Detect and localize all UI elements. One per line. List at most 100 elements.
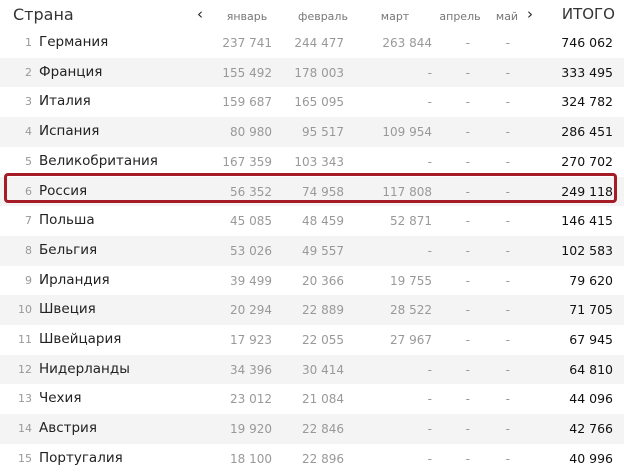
row-rank: 10 — [18, 303, 32, 317]
chevron-right-icon[interactable]: › — [527, 6, 533, 22]
row-total: 44 096 — [569, 391, 613, 407]
month-value: 18 100 — [230, 451, 272, 466]
month-value: 165 095 — [294, 95, 344, 110]
month-value: 49 557 — [302, 243, 344, 258]
month-value: 80 980 — [230, 125, 272, 140]
row-total: 333 495 — [561, 64, 613, 80]
month-value: 178 003 — [294, 65, 344, 80]
table-row[interactable]: 13 Чехия 23 012 21 084- - -44 096 — [0, 384, 624, 414]
month-value: - — [505, 95, 510, 110]
row-rank: 1 — [25, 36, 32, 49]
row-rank: 5 — [25, 154, 32, 168]
month-value: - — [505, 273, 510, 288]
row-rank: 12 — [18, 362, 32, 376]
row-rank: 9 — [25, 273, 32, 287]
month-value: - — [505, 422, 510, 437]
table-row[interactable]: 8 Бельгия 53 026 49 557- - -102 583 — [0, 235, 624, 266]
row-rank: 4 — [25, 125, 32, 139]
table-row[interactable]: 10 Швеция 20 294 22 889 28 522- -71 705 — [0, 295, 624, 325]
table-row[interactable]: 1 Германия 237 741 244 477 263 844- -746 062 — [0, 28, 624, 58]
month-value: 30 414 — [302, 362, 344, 377]
month-value: 22 896 — [302, 451, 344, 466]
table-row[interactable]: 2 Франция 155 492 178 003- - -333 495 — [0, 57, 624, 88]
row-rank: 3 — [25, 95, 32, 109]
country-name: Чехия — [39, 390, 82, 407]
month-value: 20 294 — [230, 303, 272, 318]
row-total: 67 945 — [569, 332, 613, 347]
table-row[interactable]: 3 Италия 159 687 165 095- - -324 782 — [0, 87, 624, 117]
month-value: - — [505, 154, 510, 169]
row-rank: 14 — [18, 422, 32, 436]
month-value: 39 499 — [230, 273, 272, 288]
table-row[interactable]: 12 Нидерланды 34 396 30 414- - -64 810 — [0, 354, 624, 385]
month-value: 22 846 — [302, 422, 344, 437]
table-row[interactable]: 15 Португалия 18 100 22 896- - -40 996 — [0, 444, 624, 473]
row-rank: 2 — [25, 65, 32, 79]
row-rank: 6 — [25, 184, 32, 198]
month-value: 22 889 — [302, 303, 344, 318]
month-value: 56 352 — [230, 184, 272, 199]
month-value: 159 687 — [222, 95, 272, 110]
country-name: Швеция — [39, 301, 96, 318]
row-total: 102 583 — [561, 242, 613, 258]
month-value: 53 026 — [230, 243, 272, 258]
row-total: 746 062 — [561, 35, 613, 50]
country-name: Франция — [39, 63, 103, 80]
table-row[interactable]: 11 Швейцария 17 923 22 055 27 967- -67 945 — [0, 325, 624, 355]
month-value: 22 055 — [302, 333, 344, 347]
month-value: - — [505, 451, 510, 466]
table-row[interactable]: 14 Австрия 19 920 22 846- - -42 766 — [0, 414, 624, 444]
column-header-january[interactable]: январь — [212, 10, 282, 23]
column-header-country[interactable]: Страна — [13, 5, 74, 24]
month-value: - — [505, 184, 510, 199]
column-header-total[interactable]: ИТОГО — [562, 5, 615, 23]
country-name: Испания — [39, 123, 100, 140]
row-total: 286 451 — [561, 124, 613, 140]
month-value: 244 477 — [294, 36, 344, 50]
row-total: 42 766 — [569, 421, 613, 437]
month-value: 23 012 — [230, 392, 272, 407]
month-value: 95 517 — [302, 125, 344, 140]
month-value: - — [505, 362, 510, 377]
country-name: Нидерланды — [39, 360, 130, 377]
month-value: 48 459 — [302, 214, 344, 229]
row-total: 270 702 — [561, 153, 613, 169]
table-row[interactable]: 7 Польша 45 085 48 459 52 871- -146 415 — [0, 206, 624, 236]
month-value: - — [505, 36, 510, 50]
month-value: - — [505, 125, 510, 140]
month-value: 20 366 — [302, 273, 344, 288]
month-value: - — [505, 333, 510, 347]
row-total: 79 620 — [569, 272, 613, 288]
month-value: - — [505, 65, 510, 80]
row-rank: 13 — [18, 392, 32, 406]
chevron-left-icon[interactable]: ‹ — [197, 6, 203, 22]
row-total: 324 782 — [561, 94, 613, 110]
row-rank: 15 — [18, 451, 32, 465]
column-header-february[interactable]: февраль — [288, 10, 358, 23]
row-rank: 7 — [25, 214, 32, 228]
column-header-march[interactable]: март — [360, 10, 430, 23]
month-value: 155 492 — [222, 65, 272, 80]
table-row[interactable]: 9 Ирландия 39 499 20 366 19 755- -79 620 — [0, 266, 624, 296]
row-total: 40 996 — [569, 450, 613, 466]
country-name: Португалия — [39, 449, 123, 466]
month-value: 74 958 — [302, 184, 344, 199]
month-value: 237 741 — [222, 36, 272, 50]
country-name: Великобритания — [39, 152, 158, 169]
row-rank: 11 — [18, 333, 32, 346]
month-value: - — [505, 303, 510, 318]
table-row[interactable]: 6 Россия 56 352 74 958 117 808- -249 118 — [0, 176, 624, 207]
country-name: Россия — [39, 182, 88, 199]
table-row[interactable]: 5 Великобритания 167 359 103 343- - -270 702 — [0, 147, 624, 177]
country-name: Ирландия — [39, 271, 110, 288]
month-value: 167 359 — [222, 154, 272, 169]
country-name: Германия — [39, 34, 109, 50]
row-total: 71 705 — [569, 302, 613, 318]
month-value: 34 396 — [230, 362, 272, 377]
country-name: Австрия — [39, 420, 97, 437]
country-name: Польша — [39, 212, 95, 229]
table-row[interactable]: 4 Испания 80 980 95 517 109 954- -286 451 — [0, 117, 624, 147]
row-total: 146 415 — [561, 213, 613, 229]
row-total: 64 810 — [569, 361, 613, 377]
month-value: 17 923 — [230, 333, 272, 347]
